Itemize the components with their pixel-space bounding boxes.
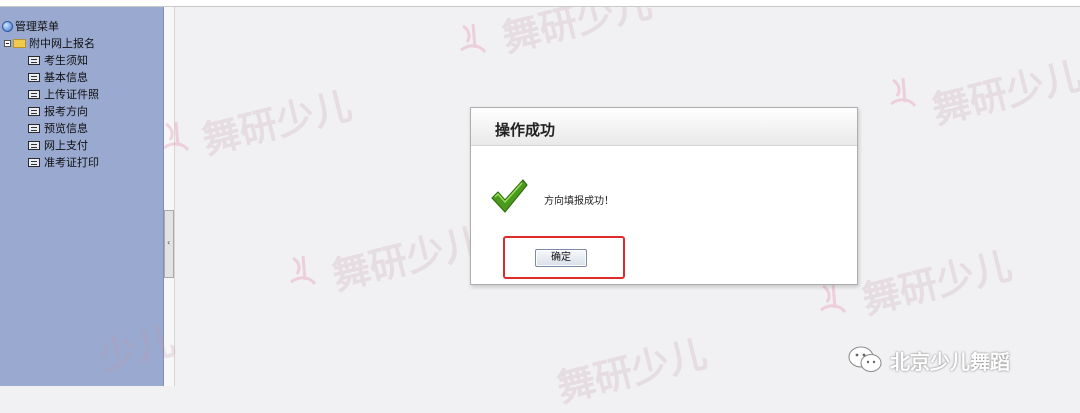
document-icon (28, 140, 40, 150)
tree-folder-label: 附中网上报名 (29, 37, 95, 50)
tree-folder[interactable]: 附中网上报名 (0, 35, 99, 52)
document-icon (28, 89, 40, 99)
sidebar-item-basic-info[interactable]: 基本信息 (0, 69, 99, 86)
document-icon (28, 106, 40, 116)
checkmark-icon (491, 179, 528, 213)
sidebar: 管理菜单 附中网上报名 考生须知 基本信息 上传证件照 报考方向 预览信息 网上… (0, 7, 164, 386)
sidebar-item-label: 预览信息 (44, 122, 88, 135)
wechat-icon (848, 346, 882, 372)
sidebar-item-label: 网上支付 (44, 139, 88, 152)
highlight-box (503, 236, 625, 279)
sidebar-item-label: 考生须知 (44, 54, 88, 67)
sidebar-item-admit-card[interactable]: 准考证打印 (0, 154, 99, 171)
sidebar-item-payment[interactable]: 网上支付 (0, 137, 99, 154)
sidebar-item-label: 准考证打印 (44, 156, 99, 169)
splitter[interactable]: ‹ (164, 7, 175, 386)
sidebar-item-exam-notice[interactable]: 考生须知 (0, 52, 99, 69)
brand-name: 北京少儿舞蹈 (890, 349, 1010, 374)
dialog-message: 方向填报成功！ (544, 196, 614, 207)
dialog-header: 操作成功 (471, 108, 857, 146)
dialog-title: 操作成功 (495, 121, 556, 139)
brand-overlay: 北京少儿舞蹈 (848, 346, 1010, 374)
globe-icon (2, 20, 13, 32)
collapse-icon[interactable] (4, 39, 11, 47)
sidebar-item-preview[interactable]: 预览信息 (0, 120, 99, 137)
document-icon (28, 123, 40, 133)
folder-open-icon (13, 38, 26, 48)
sidebar-item-label: 报考方向 (44, 105, 88, 118)
document-icon (28, 55, 40, 65)
sidebar-item-label: 上传证件照 (44, 88, 99, 101)
document-icon (28, 72, 40, 82)
tree-root-label: 管理菜单 (15, 20, 59, 33)
sidebar-item-direction[interactable]: 报考方向 (0, 103, 99, 120)
chevron-left-icon: ‹ (167, 238, 171, 247)
nav-tree: 管理菜单 附中网上报名 考生须知 基本信息 上传证件照 报考方向 预览信息 网上… (0, 18, 99, 171)
document-icon (28, 157, 40, 167)
sidebar-item-label: 基本信息 (44, 71, 88, 84)
top-border (0, 0, 1080, 7)
sidebar-item-upload-photo[interactable]: 上传证件照 (0, 86, 99, 103)
tree-root[interactable]: 管理菜单 (0, 18, 99, 35)
splitter-handle[interactable]: ‹ (164, 210, 174, 278)
